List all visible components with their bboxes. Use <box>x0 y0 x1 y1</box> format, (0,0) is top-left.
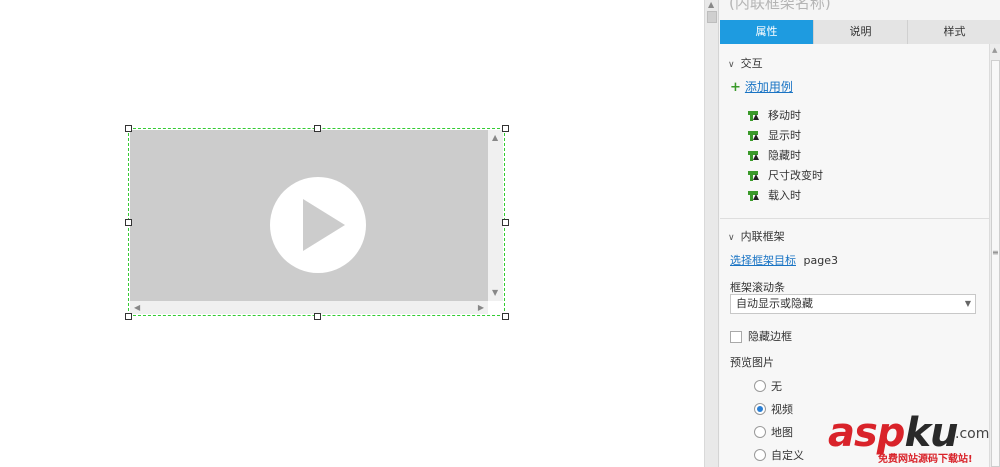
add-case-row[interactable]: + 添加用例 <box>730 78 793 95</box>
resize-handle-bottom[interactable] <box>314 313 321 320</box>
event-icon <box>748 131 759 141</box>
radio-button[interactable] <box>754 379 766 392</box>
frame-vertical-scrollbar[interactable]: ▲ ▼ <box>488 130 503 301</box>
event-icon <box>748 111 759 121</box>
event-item-move[interactable]: 移动时 <box>748 106 823 126</box>
chevron-down-icon: ∨ <box>728 233 735 243</box>
radio-button[interactable] <box>754 425 766 438</box>
scroll-left-arrow-icon[interactable]: ◀ <box>134 303 140 313</box>
event-icon <box>748 151 759 161</box>
preview-options: 无 视频 地图 自定义 <box>754 374 804 466</box>
event-label: 尺寸改变时 <box>768 169 823 182</box>
site-watermark: aspku .com 免费网站源码下载站! <box>828 410 1000 467</box>
preview-option-map[interactable]: 地图 <box>754 420 804 443</box>
inspector-panel: ▲ (内联框架名称) 属性 说明 样式 ∨ 交互 + 添加用例 移动时 显示时 隐藏… <box>704 0 1000 467</box>
scrollbar-select[interactable]: 自动显示或隐藏 ▼ <box>730 294 976 314</box>
inline-frame-widget[interactable]: ▲ ▼ ◀ ▶ <box>128 128 505 316</box>
event-item-load[interactable]: 载入时 <box>748 186 823 206</box>
resize-handle-left[interactable] <box>125 219 132 226</box>
scrollbar-select-value: 自动显示或隐藏 <box>736 297 813 310</box>
resize-handle-top-left[interactable] <box>125 125 132 132</box>
radio-label: 视频 <box>771 402 793 416</box>
scroll-up-arrow-icon[interactable]: ▲ <box>708 0 714 9</box>
widget-name-field[interactable]: (内联框架名称) <box>729 0 831 13</box>
inspector-tabs: 属性 说明 样式 <box>720 20 1000 44</box>
radio-button[interactable] <box>754 448 766 461</box>
preview-option-none[interactable]: 无 <box>754 374 804 397</box>
interaction-section-header[interactable]: ∨ 交互 <box>728 55 763 71</box>
scroll-right-arrow-icon[interactable]: ▶ <box>478 303 484 313</box>
hide-border-label: 隐藏边框 <box>748 330 792 343</box>
resize-handle-right[interactable] <box>502 219 509 226</box>
inline-frame-header-label: 内联框架 <box>740 230 785 243</box>
radio-label: 地图 <box>771 425 793 439</box>
play-icon <box>270 177 366 273</box>
resize-handle-bottom-right[interactable] <box>502 313 509 320</box>
properties-scrollbar[interactable]: ▲ ≡ <box>989 44 1000 467</box>
resize-handle-bottom-left[interactable] <box>125 313 132 320</box>
frame-horizontal-scrollbar[interactable]: ◀ ▶ <box>130 301 488 314</box>
scroll-up-arrow-icon[interactable]: ▲ <box>992 46 997 54</box>
watermark-tagline: 免费网站源码下载站! <box>878 454 973 465</box>
event-icon <box>748 171 759 181</box>
panel-outer-scrollbar[interactable]: ▲ <box>705 0 719 467</box>
preview-option-video[interactable]: 视频 <box>754 397 804 420</box>
video-preview <box>130 130 488 301</box>
scroll-thumb[interactable] <box>991 60 1000 467</box>
event-list: 移动时 显示时 隐藏时 尺寸改变时 载入时 <box>748 106 823 206</box>
preview-image-label: 预览图片 <box>730 356 774 369</box>
tab-notes[interactable]: 说明 <box>814 20 908 44</box>
plus-icon: + <box>730 80 741 95</box>
scroll-up-arrow-icon[interactable]: ▲ <box>492 133 498 143</box>
select-frame-target-link[interactable]: 选择框架目标 <box>730 254 796 267</box>
scrollbar-label: 框架滚动条 <box>730 281 785 294</box>
tab-properties[interactable]: 属性 <box>720 20 814 44</box>
event-label: 隐藏时 <box>768 149 801 162</box>
interaction-header-label: 交互 <box>740 57 763 70</box>
scroll-grip-icon: ≡ <box>992 248 999 257</box>
radio-label: 无 <box>771 379 782 393</box>
watermark-suffix: .com <box>955 426 990 442</box>
event-item-hide[interactable]: 隐藏时 <box>748 146 823 166</box>
event-label: 载入时 <box>768 189 801 202</box>
tab-style[interactable]: 样式 <box>908 20 1000 44</box>
design-canvas[interactable]: ▲ ▼ ◀ ▶ <box>0 0 704 467</box>
event-label: 移动时 <box>768 109 801 122</box>
radio-button[interactable] <box>754 402 766 415</box>
event-label: 显示时 <box>768 129 801 142</box>
hide-border-checkbox[interactable] <box>730 331 742 343</box>
properties-content: ∨ 交互 + 添加用例 移动时 显示时 隐藏时 尺寸改变时 载入时 ∨ 内联框架 选择… <box>720 44 989 467</box>
scroll-down-arrow-icon[interactable]: ▼ <box>492 288 498 298</box>
radio-label: 自定义 <box>771 448 804 462</box>
inline-frame-section-header[interactable]: ∨ 内联框架 <box>728 228 785 244</box>
resize-handle-top-right[interactable] <box>502 125 509 132</box>
preview-option-custom[interactable]: 自定义 <box>754 443 804 466</box>
event-icon <box>748 191 759 201</box>
add-case-link[interactable]: 添加用例 <box>745 80 793 94</box>
frame-target-value: page3 <box>803 254 838 267</box>
chevron-down-icon: ∨ <box>728 60 735 70</box>
chevron-down-icon: ▼ <box>964 299 971 308</box>
resize-handle-top[interactable] <box>314 125 321 132</box>
hide-border-row[interactable]: 隐藏边框 <box>730 328 792 344</box>
event-item-resize[interactable]: 尺寸改变时 <box>748 166 823 186</box>
event-item-show[interactable]: 显示时 <box>748 126 823 146</box>
frame-target-row: 选择框架目标 page3 <box>730 252 838 268</box>
section-divider <box>720 218 989 219</box>
scroll-thumb[interactable] <box>707 11 717 23</box>
